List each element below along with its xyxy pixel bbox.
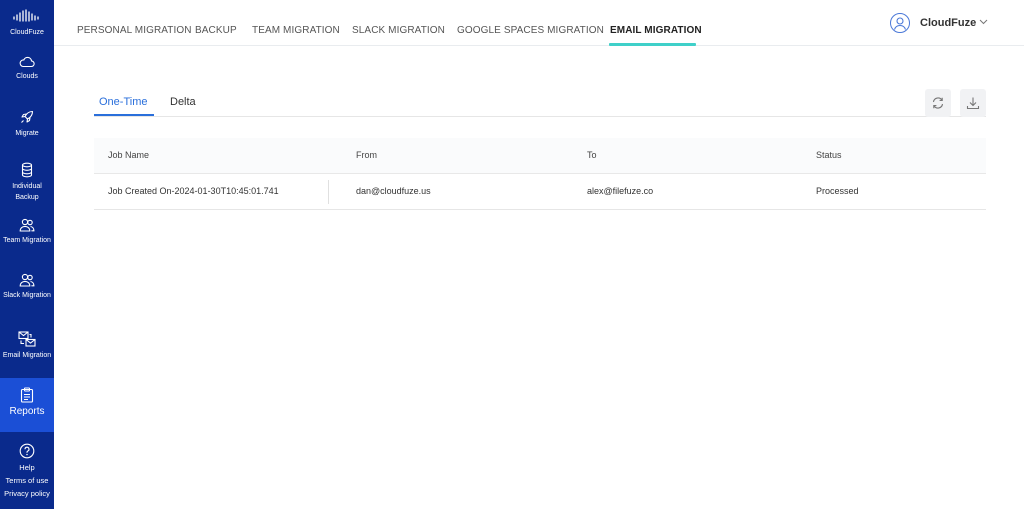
database-icon	[21, 162, 33, 178]
avatar	[890, 13, 910, 33]
sidebar-item-label: Migrate	[15, 130, 39, 137]
email-migration-icon	[18, 331, 36, 347]
user-icon	[893, 17, 907, 30]
sidebar-item-email-migration[interactable]: Email Migration	[0, 331, 54, 361]
active-tab-indicator	[609, 43, 696, 46]
help-link[interactable]: Help	[0, 461, 54, 474]
download-button[interactable]	[960, 89, 986, 117]
sidebar-item-reports[interactable]: Reports	[0, 378, 54, 432]
tab-delta[interactable]: Delta	[170, 96, 196, 108]
chevron-down-icon[interactable]	[979, 18, 988, 25]
download-icon	[966, 97, 980, 110]
tab-backup[interactable]: BACKUP	[195, 25, 237, 36]
column-header-job-name: Job Name	[108, 150, 150, 160]
tab-slack-migration[interactable]: SLACK MIGRATION	[352, 25, 445, 36]
sidebar-item-label: Email Migration	[2, 352, 52, 359]
rocket-icon	[21, 110, 34, 123]
sidebar-item-label: Slack Migration	[3, 292, 51, 299]
sidebar-item-label: Reports	[9, 406, 45, 417]
from-cell: dan@cloudfuze.us	[356, 186, 431, 196]
users-icon	[19, 218, 35, 232]
tab-email-migration[interactable]: EMAIL MIGRATION	[610, 25, 702, 36]
status-cell: Processed	[816, 186, 859, 196]
help-icon[interactable]	[19, 443, 35, 459]
column-header-from: From	[356, 150, 377, 160]
brand-name: CloudFuze	[10, 29, 44, 36]
sidebar-item-slack-migration[interactable]: Slack Migration	[0, 273, 54, 301]
job-name-cell: Job Created On-2024-01-30T10:45:01.741	[108, 186, 279, 196]
sidebar-footer: Help Terms of use Privacy policy	[0, 443, 54, 501]
user-name: CloudFuze	[920, 17, 977, 29]
cloudfuze-logo-icon	[13, 9, 39, 22]
tab-google-spaces-migration[interactable]: GOOGLE SPACES MIGRATION	[457, 25, 604, 36]
app-window: CloudFuze Clouds Migrate Individual Back…	[0, 0, 1024, 509]
clipboard-icon	[20, 387, 34, 403]
active-subtab-indicator	[94, 114, 154, 116]
refresh-button[interactable]	[925, 89, 951, 117]
sidebar-item-clouds[interactable]: Clouds	[0, 56, 54, 82]
tab-one-time[interactable]: One-Time	[99, 96, 148, 108]
subtab-bar: One-Time Delta	[94, 95, 986, 117]
brand-logo[interactable]: CloudFuze	[0, 0, 54, 42]
sidebar-item-migrate[interactable]: Migrate	[0, 109, 54, 139]
column-header-status: Status	[816, 150, 842, 160]
sidebar-item-label: Clouds	[16, 73, 38, 80]
sidebar-item-label: Individual Backup	[12, 183, 42, 201]
cloud-icon	[19, 56, 35, 68]
refresh-icon	[932, 97, 944, 109]
table-header: Job Name From To Status	[94, 138, 986, 174]
tab-team-migration[interactable]: TEAM MIGRATION	[252, 25, 340, 36]
top-tab-bar: PERSONAL MIGRATION BACKUP TEAM MIGRATION…	[54, 0, 1024, 46]
sidebar-item-individual-backup[interactable]: Individual Backup	[0, 162, 54, 203]
sidebar-item-label: Team Migration	[3, 237, 51, 244]
to-cell: alex@filefuze.co	[587, 186, 654, 196]
sidebar: CloudFuze Clouds Migrate Individual Back…	[0, 0, 54, 509]
column-header-to: To	[587, 150, 597, 160]
privacy-policy-link[interactable]: Privacy policy	[0, 487, 54, 501]
jobs-table: Job Name From To Status Job Created On-2…	[94, 138, 986, 210]
users-icon	[19, 273, 35, 287]
sidebar-item-team-migration[interactable]: Team Migration	[0, 218, 54, 246]
table-row[interactable]: Job Created On-2024-01-30T10:45:01.741 d…	[94, 174, 986, 210]
column-divider	[328, 180, 329, 204]
terms-of-use-link[interactable]: Terms of use	[0, 474, 54, 487]
tab-personal-migration[interactable]: PERSONAL MIGRATION	[77, 25, 192, 36]
